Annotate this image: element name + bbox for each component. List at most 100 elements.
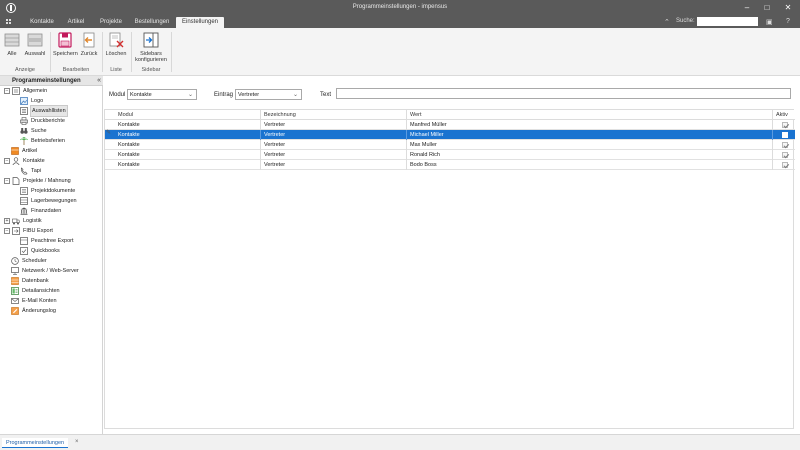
column-header-modul[interactable]: Modul bbox=[115, 110, 261, 120]
table-row[interactable]: Kontakte Vertreter Manfred Müller bbox=[105, 120, 795, 130]
sidebar-item-projektdokumente[interactable]: Projektdokumente bbox=[20, 186, 102, 196]
app-menu-icon[interactable] bbox=[6, 19, 12, 25]
sidebar-item-kontakte[interactable]: − Kontakte bbox=[4, 156, 102, 166]
delete-list-icon bbox=[108, 32, 124, 48]
sidebar-item-logo[interactable]: Logo bbox=[20, 96, 102, 106]
sidebar-item-netzwerk[interactable]: Netzwerk / Web-Server bbox=[11, 266, 102, 276]
sidebar-config-icon bbox=[143, 32, 159, 48]
sidebar-item-label: Datenbank bbox=[22, 278, 49, 284]
table-row[interactable]: Kontakte Vertreter Max Muller bbox=[105, 140, 795, 150]
text-filter-input[interactable] bbox=[336, 88, 791, 99]
active-checkbox[interactable] bbox=[782, 122, 788, 128]
collapse-ribbon-icon[interactable]: ⌃ bbox=[664, 18, 670, 26]
sidebar-item-projekte-mahnung[interactable]: − Projekte / Mahnung bbox=[4, 176, 102, 186]
clock-icon bbox=[11, 257, 19, 265]
sidebar-item-label: Lagerbewegungen bbox=[31, 198, 77, 204]
expander-icon[interactable]: − bbox=[4, 88, 10, 94]
cell-wert[interactable]: Michael Miller bbox=[407, 130, 773, 140]
sidebar-item-auswahllisten[interactable]: Auswahllisten bbox=[20, 105, 102, 117]
cell-bezeichnung[interactable]: Vertreter bbox=[261, 140, 407, 150]
sidebar-item-quickbooks[interactable]: Quickbooks bbox=[20, 246, 102, 256]
ribbon: Alle Auswahl Anzeige Speichern Zurück Be… bbox=[0, 28, 800, 76]
sidebar-item-datenbank[interactable]: Datenbank bbox=[11, 276, 102, 286]
tab-bestellungen[interactable]: Bestellungen bbox=[132, 17, 172, 28]
tab-einstellungen[interactable]: Einstellungen bbox=[176, 17, 224, 28]
column-header-wert[interactable]: Wert bbox=[407, 110, 773, 120]
maximize-button[interactable]: □ bbox=[760, 2, 774, 14]
collapse-sidebar-icon[interactable]: « bbox=[97, 77, 101, 84]
cell-wert[interactable]: Ronald Rich bbox=[407, 150, 773, 160]
close-button[interactable]: ✕ bbox=[781, 2, 795, 14]
tab-projekte[interactable]: Projekte bbox=[96, 17, 126, 28]
sidebar-item-aenderungslog[interactable]: Änderungslog bbox=[11, 306, 102, 316]
cell-modul[interactable]: Kontakte bbox=[115, 130, 261, 140]
sidebar-header: Programmeinstellungen « bbox=[0, 76, 103, 86]
sidebar-item-fibu-export[interactable]: − FIBU Export bbox=[4, 226, 102, 236]
table-row[interactable]: Kontakte Vertreter Michael Miller bbox=[105, 130, 795, 140]
configure-sidebars-button[interactable]: Sidebars konfigurieren bbox=[133, 31, 169, 67]
sidebar-item-detailansichten[interactable]: Detailansichten bbox=[11, 286, 102, 296]
sidebar-title: Programmeinstellungen bbox=[12, 78, 81, 84]
eintrag-select[interactable]: Vertreter ⌄ bbox=[235, 89, 302, 100]
expander-icon[interactable]: − bbox=[4, 228, 10, 234]
database-icon bbox=[11, 277, 19, 285]
save-button[interactable]: Speichern bbox=[53, 31, 78, 67]
show-all-label: Alle bbox=[7, 51, 17, 57]
configure-sidebars-label: Sidebars konfigurieren bbox=[135, 51, 167, 63]
grid-header: Modul Bezeichnung Wert Aktiv bbox=[105, 110, 795, 120]
tab-kontakte[interactable]: Kontakte bbox=[22, 17, 62, 28]
cell-bezeichnung[interactable]: Vertreter bbox=[261, 160, 407, 170]
document-tab-programmeinstellungen[interactable]: Programmeinstellungen bbox=[2, 438, 69, 448]
ribbon-separator bbox=[131, 32, 132, 72]
expander-icon[interactable]: − bbox=[4, 158, 10, 164]
cell-modul[interactable]: Kontakte bbox=[115, 160, 261, 170]
cell-bezeichnung[interactable]: Vertreter bbox=[261, 150, 407, 160]
show-all-button[interactable]: Alle bbox=[3, 31, 21, 67]
column-header-aktiv[interactable]: Aktiv bbox=[773, 110, 795, 120]
table-row[interactable]: Kontakte Vertreter Bodo Boss bbox=[105, 160, 795, 170]
sidebar-item-tapi[interactable]: Tapi bbox=[20, 166, 102, 176]
sidebar-item-scheduler[interactable]: Scheduler bbox=[11, 256, 102, 266]
cell-wert[interactable]: Max Muller bbox=[407, 140, 773, 150]
cell-modul[interactable]: Kontakte bbox=[115, 150, 261, 160]
peachtree-export-icon bbox=[20, 237, 28, 245]
cell-bezeichnung[interactable]: Vertreter bbox=[261, 120, 407, 130]
search-input[interactable] bbox=[697, 17, 758, 26]
group-label-sidebar: Sidebar bbox=[141, 67, 161, 73]
tab-artikel[interactable]: Artikel bbox=[62, 17, 90, 28]
sidebar-item-label: Betriebsferien bbox=[31, 138, 65, 144]
save-layout-icon[interactable]: ▣ bbox=[766, 18, 773, 26]
cell-modul[interactable]: Kontakte bbox=[115, 140, 261, 150]
close-tab-icon[interactable]: × bbox=[75, 439, 79, 445]
sidebar-item-allgemein[interactable]: − Allgemein bbox=[4, 86, 102, 96]
active-checkbox[interactable] bbox=[782, 132, 788, 138]
cell-bezeichnung[interactable]: Vertreter bbox=[261, 130, 407, 140]
sidebar-item-peachtree-export[interactable]: Peachtree Export bbox=[20, 236, 102, 246]
sidebar-item-email-konten[interactable]: E-Mail Konten bbox=[11, 296, 102, 306]
sidebar-item-druckberichte[interactable]: Druckberichte bbox=[20, 116, 102, 126]
minimize-button[interactable]: – bbox=[740, 2, 754, 14]
expander-icon[interactable]: − bbox=[4, 178, 10, 184]
active-checkbox[interactable] bbox=[782, 152, 788, 158]
column-header-bezeichnung[interactable]: Bezeichnung bbox=[261, 110, 407, 120]
sidebar-item-lagerbewegungen[interactable]: Lagerbewegungen bbox=[20, 196, 102, 206]
show-selection-button[interactable]: Auswahl bbox=[24, 31, 46, 67]
sidebar-item-suche[interactable]: Suche bbox=[20, 126, 102, 136]
modul-select[interactable]: Kontakte ⌄ bbox=[127, 89, 197, 100]
expander-icon[interactable]: + bbox=[4, 218, 10, 224]
back-button[interactable]: Zurück bbox=[79, 31, 99, 67]
undo-arrow-icon bbox=[81, 32, 97, 48]
sidebar-item-finanzdaten[interactable]: Finanzdaten bbox=[20, 206, 102, 216]
table-row[interactable]: Kontakte Vertreter Ronald Rich bbox=[105, 150, 795, 160]
sidebar-item-artikel[interactable]: Artikel bbox=[11, 146, 102, 156]
sidebar-item-logistik[interactable]: + Logistik bbox=[4, 216, 102, 226]
active-checkbox[interactable] bbox=[782, 142, 788, 148]
cell-wert[interactable]: Bodo Boss bbox=[407, 160, 773, 170]
active-checkbox[interactable] bbox=[782, 162, 788, 168]
cell-modul[interactable]: Kontakte bbox=[115, 120, 261, 130]
delete-button[interactable]: Löschen bbox=[104, 31, 128, 67]
cell-wert[interactable]: Manfred Müller bbox=[407, 120, 773, 130]
help-icon[interactable]: ? bbox=[786, 18, 790, 25]
detail-view-icon bbox=[11, 287, 19, 295]
sidebar-item-betriebsferien[interactable]: Betriebsferien bbox=[20, 136, 102, 146]
